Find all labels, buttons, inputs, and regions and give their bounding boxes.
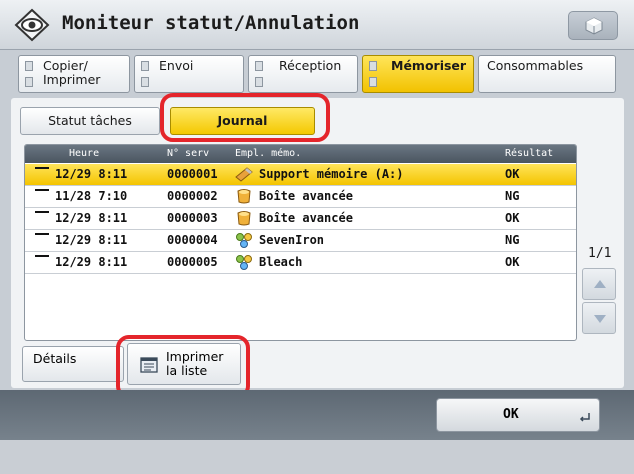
tab-consommables[interactable]: Consommables xyxy=(478,55,616,93)
row-location: Boîte avancée xyxy=(259,211,353,225)
minimize-button[interactable] xyxy=(568,11,618,40)
table-header: Heure N° serv Empl. mémo. Résultat xyxy=(25,145,576,163)
row-number: 0000004 xyxy=(167,233,218,247)
tab-statut-taches[interactable]: Statut tâches xyxy=(20,107,160,135)
status-indicator xyxy=(141,61,149,71)
header-location: Empl. mémo. xyxy=(235,148,302,159)
page-indicator: 1/1 xyxy=(588,246,612,261)
row-number: 0000003 xyxy=(167,211,218,225)
row-result: OK xyxy=(505,211,520,225)
row-time: 11/28 7:10 xyxy=(55,189,128,203)
memory-stick-icon xyxy=(235,167,253,182)
ok-label: OK xyxy=(503,407,519,422)
row-number: 0000002 xyxy=(167,189,218,203)
network-icon xyxy=(236,255,252,270)
status-indicator xyxy=(141,77,149,87)
row-result: OK xyxy=(505,167,520,181)
status-indicator xyxy=(255,77,263,87)
details-label: Détails xyxy=(33,351,77,366)
tab-reception[interactable]: Réception xyxy=(248,55,358,93)
header-result: Résultat xyxy=(505,148,554,159)
tab-label: Consommables xyxy=(487,58,584,73)
row-location: Boîte avancée xyxy=(259,189,353,203)
row-time: 12/29 8:11 xyxy=(55,167,128,181)
status-indicator xyxy=(369,61,377,71)
table-row[interactable]: 12/29 8:11 0000005 Bleach OK xyxy=(25,252,576,274)
enter-icon xyxy=(579,413,590,422)
table-row[interactable]: 12/29 8:11 0000004 SevenIron NG xyxy=(25,230,576,252)
status-monitor-icon xyxy=(14,8,50,42)
footer-bar xyxy=(0,440,634,474)
row-number: 0000001 xyxy=(167,167,218,181)
header-time: Heure xyxy=(69,148,100,159)
highlight-frame xyxy=(160,93,330,142)
cube-icon xyxy=(585,17,603,35)
row-location: Support mémoire (A:) xyxy=(259,167,404,181)
row-location: SevenIron xyxy=(259,233,325,247)
tab-label: Mémoriser xyxy=(391,58,467,73)
status-indicator xyxy=(25,61,33,71)
tab-label: Copier/ Imprimer xyxy=(43,58,101,87)
details-button[interactable]: Détails xyxy=(22,346,124,382)
row-time: 12/29 8:11 xyxy=(55,211,128,225)
arrow-up-icon xyxy=(594,280,606,288)
window-title: Moniteur statut/Annulation xyxy=(62,12,360,34)
scroll-up-button[interactable] xyxy=(582,268,616,300)
row-result: NG xyxy=(505,233,520,247)
row-result: NG xyxy=(505,189,520,203)
row-time: 12/29 8:11 xyxy=(55,255,128,269)
status-indicator xyxy=(255,61,263,71)
row-time: 12/29 8:11 xyxy=(55,233,128,247)
scroll-down-button[interactable] xyxy=(582,302,616,334)
dash-icon xyxy=(35,167,49,169)
table-row[interactable]: 12/29 8:11 0000003 Boîte avancée OK xyxy=(25,208,576,230)
tab-envoi[interactable]: Envoi xyxy=(134,55,244,93)
tab-label: Réception xyxy=(279,58,342,73)
tab-label: Envoi xyxy=(159,58,194,73)
table-row[interactable]: 12/29 8:11 0000001 Support mémoire (A:) … xyxy=(25,164,576,186)
tab-copier-imprimer[interactable]: Copier/ Imprimer xyxy=(18,55,130,93)
dash-icon xyxy=(35,189,49,191)
dash-icon xyxy=(35,233,49,235)
status-indicator xyxy=(25,77,33,87)
arrow-down-icon xyxy=(594,315,606,323)
ok-button[interactable]: OK xyxy=(436,398,600,432)
row-location: Bleach xyxy=(259,255,303,269)
tab-memoriser[interactable]: Mémoriser xyxy=(362,55,474,93)
header-number: N° serv xyxy=(167,148,210,159)
journal-table: Heure N° serv Empl. mémo. Résultat 12/29… xyxy=(24,144,577,341)
dash-icon xyxy=(35,255,49,257)
row-result: OK xyxy=(505,255,520,269)
dash-icon xyxy=(35,211,49,213)
table-row[interactable]: 11/28 7:10 0000002 Boîte avancée NG xyxy=(25,186,576,208)
status-indicator xyxy=(369,77,377,87)
advanced-box-icon xyxy=(237,211,251,226)
advanced-box-icon xyxy=(237,189,251,204)
row-number: 0000005 xyxy=(167,255,218,269)
network-icon xyxy=(236,233,252,248)
